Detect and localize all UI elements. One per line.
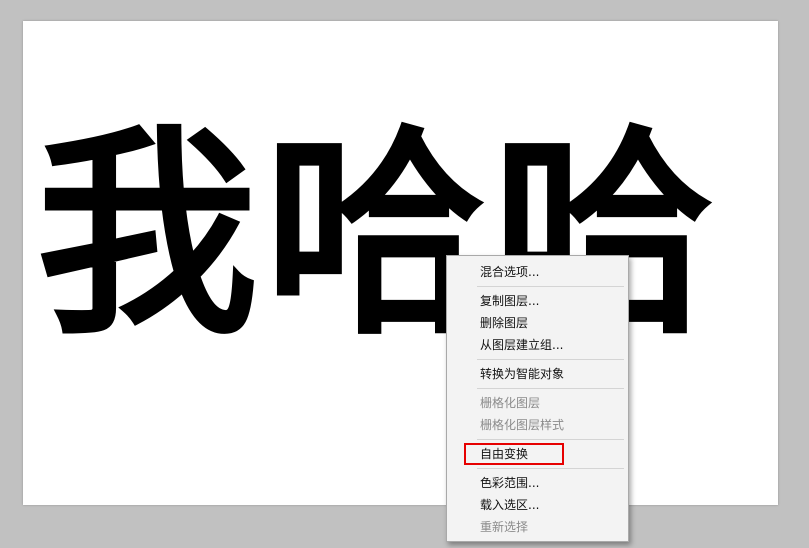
menu-item-free-transform[interactable]: 自由变换 [447, 443, 628, 465]
menu-item-blending-options[interactable]: 混合选项... [447, 261, 628, 283]
menu-item-load-selection[interactable]: 载入选区... [447, 494, 628, 516]
menu-item-reselect: 重新选择 [480, 520, 529, 534]
menu-separator [477, 439, 624, 440]
menu-item-delete-layer[interactable]: 删除图层 [447, 312, 628, 334]
menu-item-convert-to-smart-object[interactable]: 转换为智能对象 [447, 363, 628, 385]
menu-separator [477, 359, 624, 360]
menu-separator [477, 468, 624, 469]
menu-item-group-from-layers[interactable]: 从图层建立组... [447, 334, 628, 356]
layer-context-menu: 混合选项... 复制图层... 删除图层 从图层建立组... 转换为智能对象 栅… [446, 255, 629, 542]
menu-separator [477, 388, 624, 389]
menu-item-duplicate-layer[interactable]: 复制图层... [447, 290, 628, 312]
menu-item-rasterize-layer: 栅格化图层 [480, 396, 541, 410]
menu-separator [477, 286, 624, 287]
menu-item-rasterize-layer-style: 栅格化图层样式 [480, 418, 565, 432]
menu-item-color-range[interactable]: 色彩范围... [447, 472, 628, 494]
